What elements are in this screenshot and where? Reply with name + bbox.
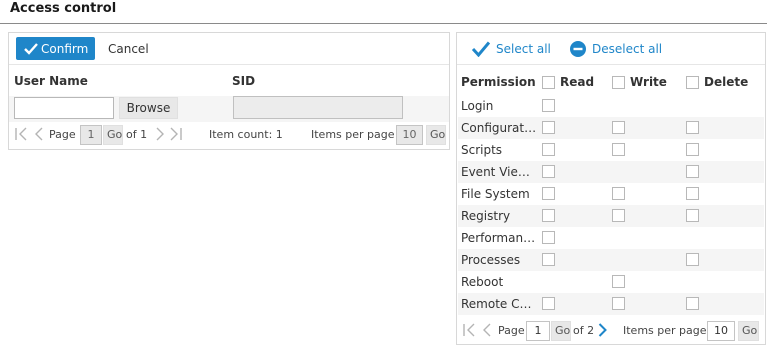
first-page-icon[interactable] bbox=[463, 323, 475, 341]
write-checkbox[interactable] bbox=[612, 297, 625, 310]
deselect-all-button[interactable]: Deselect all bbox=[570, 41, 662, 57]
permission-name: Remote Co... bbox=[461, 297, 537, 311]
delete-checkbox[interactable] bbox=[686, 209, 699, 222]
page-label: Page bbox=[498, 324, 525, 337]
write-checkbox[interactable] bbox=[612, 143, 625, 156]
delete-checkbox[interactable] bbox=[686, 187, 699, 200]
permissions-panel: Select all Deselect all Permission Read … bbox=[456, 32, 766, 345]
delete-select-all-checkbox[interactable] bbox=[686, 75, 699, 89]
read-header-label: Read bbox=[560, 75, 595, 89]
permissions-pager: Page 1 Go of 2 Items per page 10 Go bbox=[463, 321, 763, 343]
delete-header: Delete bbox=[686, 75, 748, 89]
delete-checkbox[interactable] bbox=[686, 297, 699, 310]
page-title: Access control bbox=[10, 1, 117, 16]
user-row: Browse bbox=[9, 96, 449, 122]
permission-row: Event Viewer bbox=[458, 161, 764, 183]
read-select-all-checkbox[interactable] bbox=[542, 75, 555, 89]
confirm-label: Confirm bbox=[41, 41, 89, 56]
permission-name: File System bbox=[461, 187, 530, 201]
cancel-button[interactable]: Cancel bbox=[108, 42, 149, 56]
delete-checkbox[interactable] bbox=[686, 165, 699, 178]
write-select-all-checkbox[interactable] bbox=[612, 75, 625, 89]
permission-name: Performanc... bbox=[461, 231, 537, 245]
write-checkbox[interactable] bbox=[612, 275, 625, 288]
permission-name: Scripts bbox=[461, 143, 503, 157]
permission-row: Reboot bbox=[458, 271, 764, 293]
select-all-button[interactable]: Select all bbox=[472, 41, 551, 57]
delete-checkbox[interactable] bbox=[686, 121, 699, 134]
page-input[interactable]: 1 bbox=[80, 125, 102, 145]
permission-name: Configuration bbox=[461, 121, 537, 135]
next-page-icon[interactable] bbox=[598, 323, 607, 340]
minus-circle-icon bbox=[570, 41, 586, 57]
read-checkbox[interactable] bbox=[542, 121, 555, 134]
confirm-button[interactable]: Confirm bbox=[16, 37, 95, 60]
read-checkbox[interactable] bbox=[542, 187, 555, 200]
user-toolbar: Confirm Cancel bbox=[9, 33, 449, 65]
read-checkbox[interactable] bbox=[542, 99, 555, 112]
permission-name: Event Viewer bbox=[461, 165, 537, 179]
permission-header: Permission bbox=[461, 75, 536, 89]
read-checkbox[interactable] bbox=[542, 253, 555, 266]
user-panel: Confirm Cancel User Name SID Browse Page… bbox=[8, 32, 450, 150]
page-count: of 1 bbox=[126, 128, 148, 141]
select-all-label: Select all bbox=[496, 42, 551, 56]
last-page-icon[interactable] bbox=[170, 127, 182, 145]
permission-name: Registry bbox=[461, 209, 511, 223]
prev-page-icon[interactable] bbox=[35, 127, 43, 145]
permission-row: Login bbox=[458, 95, 764, 117]
page-label: Page bbox=[49, 128, 76, 141]
permissions-toolbar: Select all Deselect all bbox=[457, 33, 765, 65]
permission-row: Configuration bbox=[458, 117, 764, 139]
prev-page-icon[interactable] bbox=[483, 323, 491, 341]
item-count: Item count: 1 bbox=[209, 128, 283, 141]
page-input[interactable]: 1 bbox=[526, 321, 550, 341]
checkmark-icon bbox=[472, 41, 490, 57]
page-count: of 2 bbox=[573, 324, 595, 337]
read-checkbox[interactable] bbox=[542, 231, 555, 244]
user-name-header: User Name bbox=[14, 74, 88, 88]
write-checkbox[interactable] bbox=[612, 121, 625, 134]
write-header: Write bbox=[612, 75, 667, 89]
items-per-page-input[interactable]: 10 bbox=[396, 125, 423, 145]
permission-row: Scripts bbox=[458, 139, 764, 161]
user-pager: Page 1 Go of 1 Item count: 1 Items per p… bbox=[15, 125, 447, 147]
permission-row: Registry bbox=[458, 205, 764, 227]
items-per-page-go-button[interactable]: Go bbox=[426, 125, 446, 145]
read-checkbox[interactable] bbox=[542, 143, 555, 156]
write-header-label: Write bbox=[630, 75, 667, 89]
permission-row: File System bbox=[458, 183, 764, 205]
permission-row: Processes bbox=[458, 249, 764, 271]
read-checkbox[interactable] bbox=[542, 165, 555, 178]
items-per-page-go-button[interactable]: Go bbox=[738, 321, 759, 341]
permission-header-label: Permission bbox=[461, 75, 536, 89]
write-checkbox[interactable] bbox=[612, 209, 625, 222]
items-per-page-label: Items per page bbox=[623, 324, 707, 337]
delete-checkbox[interactable] bbox=[686, 143, 699, 156]
next-page-icon[interactable] bbox=[156, 127, 164, 145]
permission-name: Processes bbox=[461, 253, 521, 267]
write-checkbox[interactable] bbox=[612, 187, 625, 200]
delete-header-label: Delete bbox=[704, 75, 749, 89]
sid-input bbox=[233, 96, 403, 119]
permission-row: Performanc... bbox=[458, 227, 764, 249]
items-per-page-input[interactable]: 10 bbox=[707, 321, 735, 341]
title-divider bbox=[0, 23, 767, 24]
permission-name: Reboot bbox=[461, 275, 504, 289]
first-page-icon[interactable] bbox=[15, 127, 27, 145]
items-per-page-label: Items per page bbox=[311, 128, 395, 141]
read-checkbox[interactable] bbox=[542, 209, 555, 222]
read-checkbox[interactable] bbox=[542, 297, 555, 310]
read-header: Read bbox=[542, 75, 594, 89]
deselect-all-label: Deselect all bbox=[592, 42, 663, 56]
permission-row: Remote Co... bbox=[458, 293, 764, 315]
permission-name: Login bbox=[461, 99, 494, 113]
go-button[interactable]: Go bbox=[551, 321, 571, 341]
delete-checkbox[interactable] bbox=[686, 253, 699, 266]
go-button[interactable]: Go bbox=[103, 125, 123, 145]
sid-header: SID bbox=[232, 74, 256, 88]
checkmark-icon bbox=[24, 42, 38, 55]
user-name-input[interactable] bbox=[14, 97, 114, 119]
browse-button[interactable]: Browse bbox=[119, 97, 178, 119]
